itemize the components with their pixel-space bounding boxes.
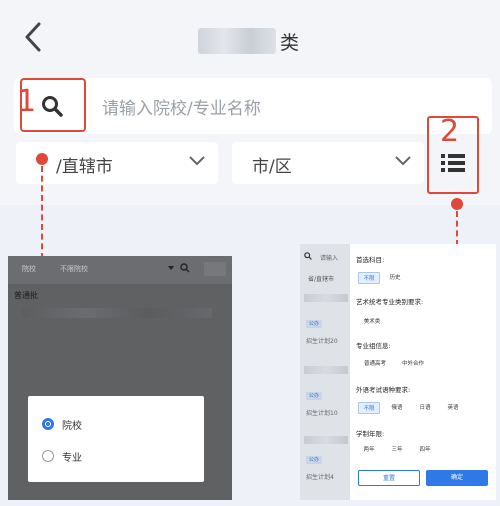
search-icon [180, 263, 190, 273]
city-dropdown[interactable]: 市/区 [232, 142, 424, 184]
filter-section-title: 外语考试语种要求: [356, 386, 411, 394]
list-icon[interactable] [441, 153, 465, 173]
filter-chip[interactable]: 两年 [358, 444, 380, 456]
blurred-row [304, 436, 348, 444]
back-button[interactable] [22, 20, 50, 56]
blurred-row [22, 308, 212, 318]
filter-chip[interactable]: 英语 [442, 402, 464, 414]
filter-section-title: 首选科目: [356, 256, 385, 264]
tag-badge: 公办 [306, 392, 322, 400]
annotation-dot-right [451, 198, 463, 210]
screenshot-search: 请输入 [300, 250, 350, 264]
list-item-text: 招生计划4 [306, 474, 334, 481]
filter-panel: 首选科目: 不限 历史 艺术统考专业类别要求: 美术类 专业组信息: 普通高考 … [350, 244, 496, 500]
list-item-text: 招生计划20 [306, 338, 338, 345]
province-dropdown-label: /直辖市 [56, 157, 113, 177]
tag-badge: 公办 [306, 320, 322, 328]
filter-chip[interactable]: 美术类 [358, 316, 386, 328]
search-input[interactable]: 请输入院校/专业名称 [102, 94, 261, 119]
blurred-row [304, 366, 348, 374]
annotation-number-1: 1 [17, 84, 37, 119]
caret-down-icon [168, 266, 174, 270]
tag-badge: 公办 [306, 456, 322, 464]
screenshot-top-bar: 院校 不限院校 [8, 256, 232, 284]
search-bar[interactable]: 1 请输入院校/专业名称 [14, 78, 492, 134]
list-item-text: 招生计划10 [306, 410, 338, 417]
app-header: 类 1 请输入院校/专业名称 /直辖市 市/区 2 [0, 0, 500, 205]
reset-button[interactable]: 重置 [358, 470, 420, 486]
filter-section-title: 学制年限: [356, 430, 385, 438]
radio-label-school: 院校 [62, 421, 82, 432]
radio-selected[interactable] [42, 418, 54, 430]
page-title: 类 [198, 26, 299, 56]
page-root: 类 1 请输入院校/专业名称 /直辖市 市/区 2 院校 不限院校 普通批 院校… [0, 0, 500, 506]
screenshot-section-label: 普通批 [14, 291, 38, 300]
screenshot-search-text: 请输入 [320, 255, 339, 262]
confirm-button[interactable]: 确定 [426, 470, 488, 486]
filter-chip[interactable]: 四年 [414, 444, 436, 456]
screenshot-list-column: 请输入 省/直辖市 公办 招生计划20 公办 招生计划10 公办 招生计划4 [300, 244, 350, 500]
screenshot-search-type: 院校 不限院校 普通批 院校 专业 [8, 256, 232, 500]
search-icon [304, 252, 312, 260]
chevron-down-icon [189, 156, 205, 166]
filter-chip[interactable]: 中外合作 [396, 358, 430, 370]
filter-chip[interactable]: 不限 [358, 272, 380, 284]
filter-section-title: 专业组信息: [356, 342, 391, 350]
screenshot-filter-text: 省/直辖市 [308, 276, 335, 283]
filter-chip[interactable]: 不限 [358, 402, 380, 414]
filter-chip[interactable]: 历史 [384, 272, 406, 284]
filter-chip[interactable]: 三年 [386, 444, 408, 456]
blurred-row [304, 294, 348, 302]
annotation-number-2: 2 [440, 114, 460, 149]
page-title-suffix: 类 [280, 31, 300, 54]
chevron-down-icon [395, 156, 411, 166]
screenshot-filter-panel: 请输入 省/直辖市 公办 招生计划20 公办 招生计划10 公办 招生计划4 首… [300, 244, 496, 500]
search-type-dialog: 院校 专业 [28, 396, 204, 482]
filter-chip[interactable]: 日语 [414, 402, 436, 414]
screenshot-side-button [204, 262, 226, 276]
filter-chip[interactable]: 普通高考 [358, 358, 392, 370]
city-dropdown-label: 市/区 [252, 157, 292, 177]
screenshot-label: 不限院校 [60, 265, 88, 273]
chevron-left-icon [25, 22, 41, 52]
search-icon[interactable] [40, 94, 64, 118]
annotation-dot-left [36, 153, 48, 165]
blurred-title-text [198, 28, 276, 54]
filter-section-title: 艺术统考专业类别要求: [356, 298, 424, 306]
radio-label-major: 专业 [62, 453, 82, 464]
radio-unselected[interactable] [42, 450, 54, 462]
filter-chip[interactable]: 俄语 [386, 402, 408, 414]
screenshot-label: 院校 [22, 265, 36, 273]
